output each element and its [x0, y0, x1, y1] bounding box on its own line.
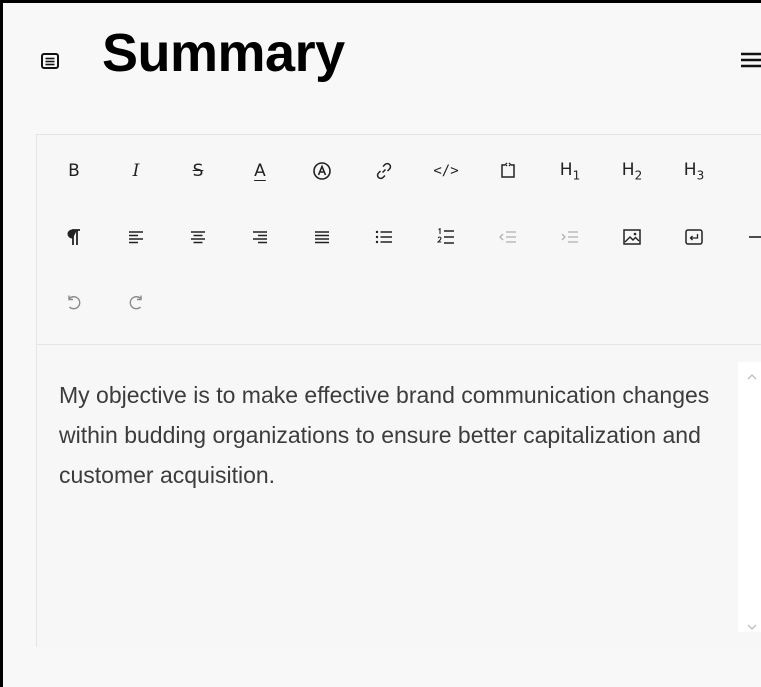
toolbar-row-formatting: B I S A </> H1 H2 H3: [37, 152, 761, 192]
document-lines-icon[interactable]: [41, 53, 59, 69]
image-button[interactable]: [613, 218, 651, 256]
summary-text[interactable]: My objective is to make effective brand …: [59, 375, 719, 495]
link-icon: [375, 162, 393, 180]
undo-icon: [65, 294, 83, 312]
align-justify-icon: [314, 230, 330, 244]
h2-icon: H2: [621, 159, 643, 183]
image-icon: [623, 229, 641, 245]
horizontal-rule-button[interactable]: [737, 218, 761, 256]
align-left-button[interactable]: [117, 218, 155, 256]
align-justify-button[interactable]: [303, 218, 341, 256]
text-color-button[interactable]: A: [241, 152, 279, 190]
italic-icon: I: [132, 161, 140, 181]
align-center-button[interactable]: [179, 218, 217, 256]
h1-icon: H1: [559, 159, 581, 183]
content-scrollbar[interactable]: [738, 362, 761, 632]
align-left-icon: [128, 230, 144, 244]
editor-toolbar: B I S A </> H1 H2 H3: [37, 135, 761, 345]
bold-button[interactable]: B: [55, 152, 93, 190]
hard-break-icon: [685, 229, 703, 245]
heading-3-button[interactable]: H3: [675, 152, 713, 190]
pilcrow-icon: [66, 228, 82, 246]
paragraph-button[interactable]: [55, 218, 93, 256]
strikethrough-button[interactable]: S: [179, 152, 217, 190]
code-icon: </>: [433, 163, 459, 179]
code-block-button[interactable]: [489, 152, 527, 190]
bullet-list-button[interactable]: [365, 218, 403, 256]
hamburger-menu-icon[interactable]: [741, 51, 761, 69]
bold-icon: B: [68, 161, 80, 181]
bullet-list-icon: [375, 230, 393, 244]
redo-icon: [127, 294, 145, 312]
horizontal-rule-icon: [747, 235, 761, 239]
hard-break-button[interactable]: [675, 218, 713, 256]
redo-button[interactable]: [117, 284, 155, 322]
scroll-up-icon[interactable]: [746, 368, 758, 380]
scroll-down-icon[interactable]: [746, 618, 758, 630]
align-right-button[interactable]: [241, 218, 279, 256]
italic-button[interactable]: I: [117, 152, 155, 190]
align-right-icon: [252, 230, 268, 244]
code-block-icon: [498, 161, 518, 181]
link-button[interactable]: [365, 152, 403, 190]
outdent-icon: [499, 230, 517, 244]
toolbar-row-blocks: [37, 218, 761, 258]
highlight-icon: [312, 161, 332, 181]
heading-2-button[interactable]: H2: [613, 152, 651, 190]
inline-code-button[interactable]: </>: [427, 152, 465, 190]
h3-icon: H3: [683, 159, 705, 183]
editor-content-area[interactable]: My objective is to make effective brand …: [37, 345, 761, 647]
text-color-icon: A: [254, 161, 266, 181]
toolbar-row-history: [37, 284, 237, 324]
outdent-button[interactable]: [489, 218, 527, 256]
undo-button[interactable]: [55, 284, 93, 322]
highlight-button[interactable]: [303, 152, 341, 190]
ordered-list-button[interactable]: [427, 218, 465, 256]
indent-button[interactable]: [551, 218, 589, 256]
summary-panel: Summary B I S A </> H1 H2 H3 My objectiv…: [0, 0, 761, 687]
align-center-icon: [190, 230, 206, 244]
panel-header: Summary: [6, 3, 761, 113]
page-title: Summary: [102, 23, 345, 83]
ordered-list-icon: [437, 228, 455, 246]
strikethrough-icon: S: [192, 161, 204, 181]
heading-1-button[interactable]: H1: [551, 152, 589, 190]
rich-text-editor: B I S A </> H1 H2 H3 My objective is to …: [36, 134, 761, 647]
indent-icon: [561, 230, 579, 244]
